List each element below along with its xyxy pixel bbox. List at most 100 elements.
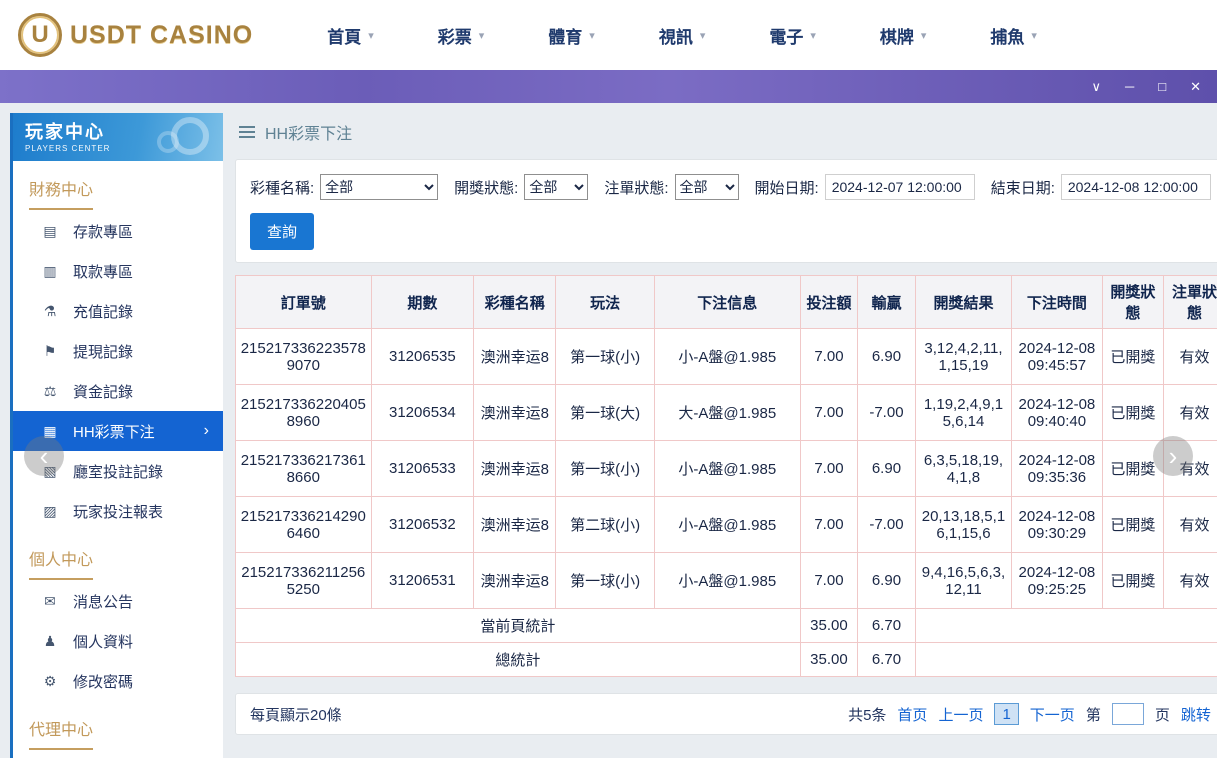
window-minimize-button[interactable]: ─ xyxy=(1125,80,1134,93)
jump-prefix-text: 第 xyxy=(1086,704,1101,725)
table-header-row: 訂單號 期數 彩種名稱 玩法 下注信息 投注額 輸贏 開獎結果 下注時間 開獎狀… xyxy=(236,276,1217,329)
nav-item-sports[interactable]: 體育 ▾ xyxy=(516,23,627,48)
start-date-input[interactable] xyxy=(825,174,975,200)
cell-play-type: 第一球(小) xyxy=(556,329,655,385)
cell-bet-info: 小-A盤@1.985 xyxy=(654,329,800,385)
table-row: 2152173362173618660 31206533 澳洲幸运8 第一球(小… xyxy=(236,441,1217,497)
cell-lottery-name: 澳洲幸运8 xyxy=(474,441,556,497)
sidebar-item-player-bet-report[interactable]: ▨ 玩家投注報表 xyxy=(13,491,223,531)
money-bag-icon: ⚖ xyxy=(41,383,59,400)
chevron-down-icon: ▾ xyxy=(700,29,706,42)
grand-total-label: 總統計 xyxy=(236,643,801,677)
cell-bet-time: 2024-12-08 09:35:36 xyxy=(1012,441,1102,497)
nav-label: 體育 xyxy=(548,23,582,48)
sidebar-item-change-password[interactable]: ⚙ 修改密碼 xyxy=(13,661,223,701)
prev-page-link[interactable]: 上一页 xyxy=(938,704,983,725)
tag-icon: ⚑ xyxy=(41,343,59,360)
cell-lottery-name: 澳洲幸运8 xyxy=(474,497,556,553)
search-button[interactable]: 查詢 xyxy=(250,213,314,250)
cell-win-loss: 6.90 xyxy=(858,553,916,609)
banknotes-icon: ▥ xyxy=(41,263,59,280)
first-page-link[interactable]: 首页 xyxy=(897,704,927,725)
end-date-input[interactable] xyxy=(1061,174,1211,200)
cell-order-status: 有效 xyxy=(1164,553,1217,609)
section-heading-personal: 個人中心 xyxy=(13,531,223,581)
current-page-indicator[interactable]: 1 xyxy=(994,703,1018,725)
draw-status-select[interactable]: 全部 xyxy=(524,174,588,200)
nav-label: 首頁 xyxy=(327,23,361,48)
total-count-text: 共5条 xyxy=(848,704,886,725)
bank-card-icon: ▤ xyxy=(41,223,59,240)
nav-item-live[interactable]: 視訊 ▾ xyxy=(627,23,738,48)
gear-icon: ⚙ xyxy=(41,673,59,690)
cell-bet-amount: 7.00 xyxy=(800,497,858,553)
sidebar-item-withdraw-area[interactable]: ▥ 取款專區 xyxy=(13,251,223,291)
section-heading-agent: 代理中心 xyxy=(13,701,223,751)
nav-label: 電子 xyxy=(769,23,803,48)
cell-draw-result: 20,13,18,5,16,1,15,6 xyxy=(915,497,1012,553)
sidebar-item-label: HH彩票下注 xyxy=(73,421,155,442)
cell-draw-result: 6,3,5,18,19,4,1,8 xyxy=(915,441,1012,497)
end-date-label: 結束日期: xyxy=(991,177,1055,198)
cell-period: 31206532 xyxy=(371,497,474,553)
top-navigation-bar: U USDT CASINO 首頁 ▾ 彩票 ▾ 體育 ▾ 視訊 ▾ 電子 ▾ 棋… xyxy=(0,0,1217,70)
cell-period: 31206535 xyxy=(371,329,474,385)
recharge-icon: ⚗ xyxy=(41,303,59,320)
cell-play-type: 第二球(小) xyxy=(556,497,655,553)
draw-status-label: 開獎狀態: xyxy=(454,177,518,198)
sidebar-item-withdraw-record[interactable]: ⚑ 提現記錄 xyxy=(13,331,223,371)
window-close-button[interactable]: ✕ xyxy=(1190,80,1201,93)
cell-bet-time: 2024-12-08 09:30:29 xyxy=(1012,497,1102,553)
hamburger-menu-icon[interactable] xyxy=(239,126,255,138)
cell-period: 31206531 xyxy=(371,553,474,609)
col-draw-status: 開獎狀態 xyxy=(1102,276,1164,329)
main-content: HH彩票下注 彩種名稱: 全部 開獎狀態: 全部 注單狀態: 全部 開始日期: … xyxy=(235,113,1217,758)
window-collapse-button[interactable]: ∨ xyxy=(1092,80,1102,93)
nav-item-cards[interactable]: 棋牌 ▾ xyxy=(848,23,959,48)
col-bet-amount: 投注額 xyxy=(800,276,858,329)
table-row: 2152173362142906460 31206532 澳洲幸运8 第二球(小… xyxy=(236,497,1217,553)
col-play-type: 玩法 xyxy=(556,276,655,329)
per-page-text: 每頁顯示20條 xyxy=(250,704,342,725)
sidebar-item-label: 個人資料 xyxy=(73,631,133,652)
sidebar-item-profile[interactable]: ♟ 個人資料 xyxy=(13,621,223,661)
bell-icon: ✉ xyxy=(41,593,59,610)
usdt-casino-logo[interactable]: U USDT CASINO xyxy=(18,13,253,57)
grand-total-empty xyxy=(915,643,1217,677)
page-jump-input[interactable] xyxy=(1112,703,1144,725)
chevron-down-icon: ▾ xyxy=(810,29,816,42)
cell-lottery-name: 澳洲幸运8 xyxy=(474,385,556,441)
page-summary-empty xyxy=(915,609,1217,643)
lottery-name-select[interactable]: 全部 xyxy=(320,174,438,200)
cell-draw-status: 已開獎 xyxy=(1102,497,1164,553)
carousel-right-button[interactable]: › xyxy=(1153,436,1193,476)
nav-item-lottery[interactable]: 彩票 ▾ xyxy=(406,23,517,48)
next-page-link[interactable]: 下一页 xyxy=(1030,704,1075,725)
report-icon: ▨ xyxy=(41,503,59,520)
page-title: HH彩票下注 xyxy=(265,120,352,144)
section-heading-finance: 財務中心 xyxy=(13,161,223,211)
sidebar-item-announcements[interactable]: ✉ 消息公告 xyxy=(13,581,223,621)
sidebar-item-funds-record[interactable]: ⚖ 資金記錄 xyxy=(13,371,223,411)
pagination-bar: 每頁顯示20條 共5条 首页 上一页 1 下一页 第 页 跳转 xyxy=(235,693,1217,735)
order-status-select[interactable]: 全部 xyxy=(675,174,739,200)
sidebar-item-label: 充值記錄 xyxy=(73,301,133,322)
window-maximize-button[interactable]: □ xyxy=(1158,80,1166,93)
cell-order-number: 2152173362235789070 xyxy=(236,329,372,385)
chevron-down-icon: ▾ xyxy=(479,29,485,42)
cell-order-status: 有效 xyxy=(1164,497,1217,553)
nav-item-slots[interactable]: 電子 ▾ xyxy=(737,23,848,48)
jump-action-link[interactable]: 跳转 xyxy=(1181,704,1211,725)
cell-draw-result: 9,4,16,5,6,3,12,11 xyxy=(915,553,1012,609)
chevron-right-icon: › xyxy=(204,422,209,440)
cell-win-loss: -7.00 xyxy=(858,497,916,553)
col-bet-time: 下注時間 xyxy=(1012,276,1102,329)
carousel-left-button[interactable]: ‹ xyxy=(24,436,64,476)
nav-label: 彩票 xyxy=(438,23,472,48)
chevron-down-icon: ▾ xyxy=(589,29,595,42)
sidebar-item-deposit-area[interactable]: ▤ 存款專區 xyxy=(13,211,223,251)
sidebar-header: 玩家中心 PLAYERS CENTER xyxy=(13,113,223,161)
sidebar-item-recharge-record[interactable]: ⚗ 充值記錄 xyxy=(13,291,223,331)
nav-item-fishing[interactable]: 捕魚 ▾ xyxy=(958,23,1069,48)
nav-item-home[interactable]: 首頁 ▾ xyxy=(295,23,406,48)
